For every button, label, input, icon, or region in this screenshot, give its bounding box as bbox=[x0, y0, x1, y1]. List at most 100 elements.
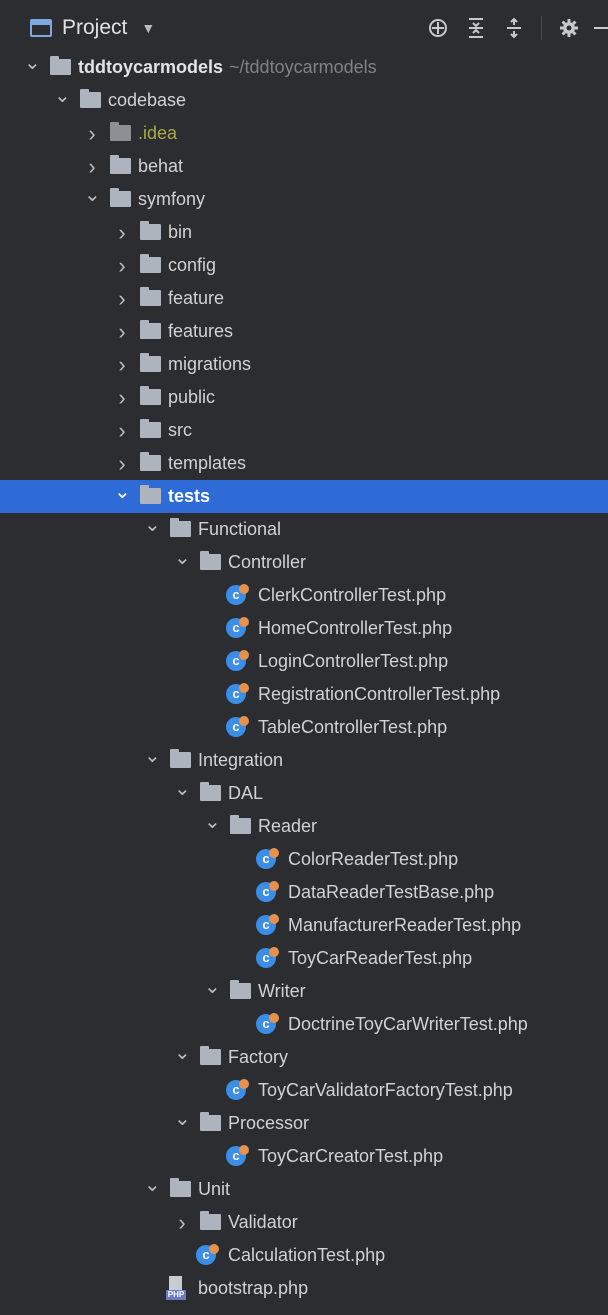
project-path-hint: ~/tddtoycarmodels bbox=[229, 57, 377, 77]
tree-item-label: ClerkControllerTest.php bbox=[258, 579, 446, 612]
chevron-down-icon[interactable]: ⌄ bbox=[144, 744, 161, 777]
tree-item-label: tddtoycarmodels ~/tddtoycarmodels bbox=[78, 51, 377, 84]
tree-file-calculationtest-php[interactable]: c CalculationTest.php bbox=[0, 1239, 608, 1272]
chevron-down-icon[interactable]: ⌄ bbox=[144, 513, 161, 546]
tree-folder-features[interactable]: › features bbox=[0, 315, 608, 348]
tree-item-text: DoctrineToyCarWriterTest.php bbox=[288, 1014, 528, 1034]
tree-item-label: .idea bbox=[138, 117, 177, 150]
folder-icon bbox=[140, 320, 161, 339]
chevron-right-icon[interactable]: › bbox=[84, 117, 100, 150]
tree-item-label: config bbox=[168, 249, 216, 282]
tree-item-text: templates bbox=[168, 453, 247, 473]
chevron-right-icon[interactable]: › bbox=[114, 282, 130, 315]
tree-item-label: Unit bbox=[198, 1173, 230, 1206]
tree-folder-config[interactable]: › config bbox=[0, 249, 608, 282]
folder-icon bbox=[80, 89, 101, 108]
tree-item-label: ToyCarReaderTest.php bbox=[288, 942, 472, 975]
tree-folder-behat[interactable]: › behat bbox=[0, 150, 608, 183]
tree-file-homecontrollertest-php[interactable]: c HomeControllerTest.php bbox=[0, 612, 608, 645]
chevron-right-icon[interactable]: › bbox=[114, 249, 130, 282]
tree-item-label: bootstrap.php bbox=[198, 1272, 308, 1305]
chevron-down-icon[interactable]: ⌄ bbox=[174, 1107, 191, 1140]
tree-folder-templates[interactable]: › templates bbox=[0, 447, 608, 480]
folder-icon bbox=[230, 980, 251, 999]
tree-folder-processor[interactable]: ⌄ Processor bbox=[0, 1107, 608, 1140]
project-tree: ⌄ tddtoycarmodels ~/tddtoycarmodels ⌄ codeba… bbox=[0, 51, 608, 1305]
tree-folder-unit[interactable]: ⌄ Unit bbox=[0, 1173, 608, 1206]
tree-file-logincontrollertest-php[interactable]: c LoginControllerTest.php bbox=[0, 645, 608, 678]
chevron-right-icon[interactable]: › bbox=[174, 1206, 190, 1239]
tree-file-colorreadertest-php[interactable]: c ColorReaderTest.php bbox=[0, 843, 608, 876]
tree-folder-idea[interactable]: › .idea bbox=[0, 117, 608, 150]
tree-item-label: migrations bbox=[168, 348, 251, 381]
chevron-down-icon[interactable]: ⌄ bbox=[144, 1173, 161, 1206]
chevron-down-icon[interactable]: ⌄ bbox=[174, 777, 191, 810]
php-class-icon: c bbox=[196, 1244, 219, 1265]
tree-folder-validator[interactable]: › Validator bbox=[0, 1206, 608, 1239]
php-class-icon: c bbox=[256, 914, 279, 935]
tree-folder-bin[interactable]: › bin bbox=[0, 216, 608, 249]
chevron-down-icon[interactable]: ⌄ bbox=[84, 183, 101, 216]
project-view-selector[interactable]: Project ▼ bbox=[30, 8, 155, 48]
folder-icon bbox=[50, 56, 71, 75]
gear-icon[interactable] bbox=[554, 13, 584, 43]
chevron-down-icon[interactable]: ⌄ bbox=[54, 84, 71, 117]
php-class-icon: c bbox=[226, 683, 249, 704]
chevron-right-icon[interactable]: › bbox=[114, 381, 130, 414]
tree-file-bootstrap-php[interactable]: PHP bootstrap.php bbox=[0, 1272, 608, 1305]
tree-item-label: TableControllerTest.php bbox=[258, 711, 447, 744]
tree-file-toycarreadertest-php[interactable]: c ToyCarReaderTest.php bbox=[0, 942, 608, 975]
chevron-right-icon[interactable]: › bbox=[114, 414, 130, 447]
php-class-icon: c bbox=[226, 584, 249, 605]
tree-item-label: templates bbox=[168, 447, 246, 480]
tree-folder-reader[interactable]: ⌄ Reader bbox=[0, 810, 608, 843]
chevron-down-icon[interactable]: ⌄ bbox=[114, 480, 131, 513]
tree-folder-factory[interactable]: ⌄ Factory bbox=[0, 1041, 608, 1074]
tree-file-registrationcontrollertest-php[interactable]: c RegistrationControllerTest.php bbox=[0, 678, 608, 711]
chevron-down-icon[interactable]: ⌄ bbox=[204, 975, 221, 1008]
tree-folder-functional[interactable]: ⌄ Functional bbox=[0, 513, 608, 546]
tree-file-doctrinetoycarwritertest-php[interactable]: c DoctrineToyCarWriterTest.php bbox=[0, 1008, 608, 1041]
folder-icon bbox=[110, 155, 131, 174]
tree-item-text: HomeControllerTest.php bbox=[258, 618, 453, 638]
tree-file-manufacturerreadertest-php[interactable]: c ManufacturerReaderTest.php bbox=[0, 909, 608, 942]
tree-folder-migrations[interactable]: › migrations bbox=[0, 348, 608, 381]
locate-icon[interactable] bbox=[423, 13, 453, 43]
folder-icon bbox=[200, 1112, 221, 1131]
chevron-right-icon[interactable]: › bbox=[84, 150, 100, 183]
folder-icon bbox=[140, 452, 161, 471]
tree-item-text: Validator bbox=[228, 1212, 298, 1232]
tree-folder-integration[interactable]: ⌄ Integration bbox=[0, 744, 608, 777]
tree-file-clerkcontrollertest-php[interactable]: c ClerkControllerTest.php bbox=[0, 579, 608, 612]
tree-folder-public[interactable]: › public bbox=[0, 381, 608, 414]
tree-folder-codebase[interactable]: ⌄ codebase bbox=[0, 84, 608, 117]
expand-all-icon[interactable] bbox=[499, 13, 529, 43]
php-class-icon: c bbox=[256, 947, 279, 968]
chevron-down-icon[interactable]: ⌄ bbox=[174, 546, 191, 579]
tree-folder-src[interactable]: › src bbox=[0, 414, 608, 447]
tree-folder-symfony[interactable]: ⌄ symfony bbox=[0, 183, 608, 216]
chevron-right-icon[interactable]: › bbox=[114, 348, 130, 381]
tree-folder-feature[interactable]: › feature bbox=[0, 282, 608, 315]
tree-folder-tddtoycarmodels[interactable]: ⌄ tddtoycarmodels ~/tddtoycarmodels bbox=[0, 51, 608, 84]
chevron-down-icon[interactable]: ⌄ bbox=[174, 1041, 191, 1074]
tree-file-toycarvalidatorfactorytest-php[interactable]: c ToyCarValidatorFactoryTest.php bbox=[0, 1074, 608, 1107]
chevron-right-icon[interactable]: › bbox=[114, 447, 130, 480]
chevron-down-icon[interactable]: ⌄ bbox=[204, 810, 221, 843]
tree-folder-dal[interactable]: ⌄ DAL bbox=[0, 777, 608, 810]
tree-file-tablecontrollertest-php[interactable]: c TableControllerTest.php bbox=[0, 711, 608, 744]
chevron-right-icon[interactable]: › bbox=[114, 216, 130, 249]
tree-folder-controller[interactable]: ⌄ Controller bbox=[0, 546, 608, 579]
hide-icon[interactable] bbox=[592, 13, 608, 43]
tree-item-text: Writer bbox=[258, 981, 306, 1001]
tree-folder-tests[interactable]: ⌄ tests bbox=[0, 480, 608, 513]
chevron-down-icon[interactable]: ⌄ bbox=[24, 51, 41, 84]
tree-file-datareadertestbase-php[interactable]: c DataReaderTestBase.php bbox=[0, 876, 608, 909]
tree-folder-writer[interactable]: ⌄ Writer bbox=[0, 975, 608, 1008]
tree-file-toycarcreatortest-php[interactable]: c ToyCarCreatorTest.php bbox=[0, 1140, 608, 1173]
tree-item-text: feature bbox=[168, 288, 225, 308]
collapse-all-icon[interactable] bbox=[461, 13, 491, 43]
chevron-right-icon[interactable]: › bbox=[114, 315, 130, 348]
tree-item-text: ManufacturerReaderTest.php bbox=[288, 915, 522, 935]
folder-icon bbox=[140, 419, 161, 438]
